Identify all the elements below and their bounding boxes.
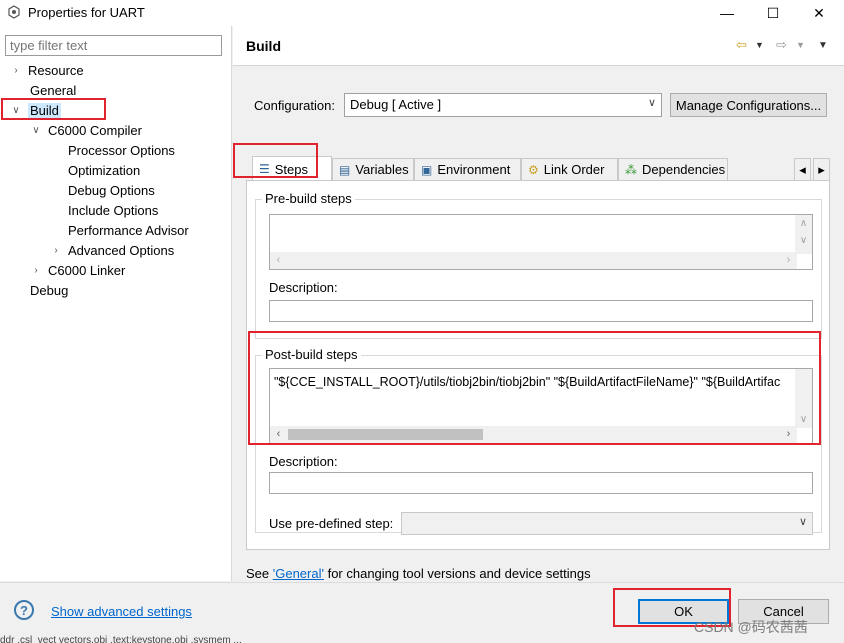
tab-bar: ☰ Steps ▤ Variables ▣ Environment ⚙ Link Ord…: [246, 156, 830, 181]
tree-item-advanced-options[interactable]: › Advanced Options: [50, 240, 174, 260]
tree-item-performance-advisor[interactable]: Performance Advisor: [68, 220, 189, 240]
vertical-scrollbar[interactable]: ∧ ∨: [795, 215, 812, 254]
configuration-label: Configuration:: [254, 98, 335, 113]
tree-item-debug-options[interactable]: Debug Options: [68, 180, 155, 200]
minimize-button[interactable]: —: [704, 0, 750, 26]
triangle-right-icon: ▸: [818, 161, 825, 177]
build-panel: Configuration: Debug [ Active ] ∨ Manage…: [246, 76, 830, 582]
chevron-right-icon[interactable]: ›: [10, 65, 22, 76]
window-titlebar: Properties for UART — ☐ ✕: [0, 0, 844, 26]
chevron-down-icon[interactable]: ∨: [30, 125, 42, 136]
scroll-left-icon[interactable]: ‹: [270, 426, 287, 443]
chevron-down-icon: ∨: [798, 516, 807, 528]
tree-item-resource[interactable]: › Resource: [10, 60, 83, 80]
link-order-icon: ⚙: [528, 162, 539, 177]
tab-variables[interactable]: ▤ Variables: [332, 158, 414, 180]
pre-build-group: Pre-build steps ∧ ∨ ‹ › Description:: [255, 191, 822, 339]
tree-item-processor-options[interactable]: Processor Options: [68, 140, 175, 160]
pre-build-description-label: Description:: [269, 280, 338, 295]
pre-build-description-field[interactable]: [269, 300, 813, 322]
pre-build-title: Pre-build steps: [262, 191, 355, 206]
left-pane: ›Resource General ∨Build ∨C6000 Compiler…: [0, 26, 232, 581]
close-icon: ✕: [813, 4, 825, 21]
post-build-command-text: "${CCE_INSTALL_ROOT}/utils/tiobj2bin/tio…: [274, 375, 781, 389]
post-build-group: Post-build steps "${CCE_INSTALL_ROOT}/ut…: [255, 347, 822, 535]
configuration-select[interactable]: Debug [ Active ] ∨: [344, 93, 662, 117]
scroll-up-icon[interactable]: ∧: [795, 215, 812, 232]
tree-item-debug[interactable]: Debug: [30, 280, 68, 300]
footnote: See 'General' for changing tool versions…: [246, 566, 591, 581]
tree-item-c6000-linker[interactable]: › C6000 Linker: [30, 260, 125, 280]
show-advanced-settings-link[interactable]: Show advanced settings: [51, 604, 192, 619]
back-menu-chevron-icon[interactable]: ▼: [755, 40, 764, 50]
predefined-step-select[interactable]: ∨: [401, 512, 813, 535]
chevron-right-icon[interactable]: ›: [50, 245, 62, 256]
post-build-title: Post-build steps: [262, 347, 361, 362]
tab-environment[interactable]: ▣ Environment: [414, 158, 521, 180]
tab-scroll-left-button[interactable]: ◂: [794, 158, 811, 180]
maximize-button[interactable]: ☐: [750, 0, 796, 26]
variables-icon: ▤: [339, 162, 351, 177]
forward-menu-chevron-icon[interactable]: ▼: [796, 40, 805, 50]
tree-item-include-options[interactable]: Include Options: [68, 200, 158, 220]
scroll-right-icon[interactable]: ›: [780, 426, 797, 443]
scroll-down-icon[interactable]: ∨: [795, 411, 812, 428]
scroll-left-icon[interactable]: ‹: [270, 252, 287, 269]
tree-item-optimization[interactable]: Optimization: [68, 160, 140, 180]
tab-steps[interactable]: ☰ Steps: [252, 156, 332, 181]
pre-build-command-field[interactable]: ∧ ∨ ‹ ›: [269, 214, 813, 270]
help-icon[interactable]: ?: [14, 600, 34, 620]
tab-dependencies[interactable]: ⁂ Dependencies: [618, 158, 728, 180]
filter-input[interactable]: [5, 35, 222, 56]
vertical-scrollbar[interactable]: ∨: [795, 369, 812, 428]
predefined-step-label: Use pre-defined step:: [269, 516, 394, 531]
scrollbar-thumb[interactable]: [288, 429, 483, 440]
close-button[interactable]: ✕: [796, 0, 842, 26]
minimize-icon: —: [720, 5, 734, 21]
post-build-description-field[interactable]: [269, 472, 813, 494]
watermark: CSDN @码农茜茜: [694, 619, 808, 635]
steps-tab-content: Pre-build steps ∧ ∨ ‹ › Description: Post-…: [246, 180, 830, 550]
forward-arrow-icon[interactable]: ⇨: [776, 37, 787, 53]
maximize-icon: ☐: [766, 4, 780, 21]
manage-configurations-button[interactable]: Manage Configurations...: [670, 93, 827, 117]
chevron-down-icon: ∨: [647, 97, 656, 109]
horizontal-scrollbar[interactable]: ‹ ›: [270, 426, 797, 443]
tab-link-order[interactable]: ⚙ Link Order: [521, 158, 618, 180]
general-link[interactable]: 'General': [273, 566, 324, 581]
tree-item-build[interactable]: ∨ Build: [10, 100, 61, 120]
chevron-down-icon[interactable]: ∨: [10, 105, 22, 116]
horizontal-scrollbar[interactable]: ‹ ›: [270, 252, 797, 269]
environment-icon: ▣: [421, 162, 433, 177]
right-pane: Build ⇦ ▼ ⇨ ▼ ▼ Configuration: Debug [ A…: [233, 26, 844, 582]
view-menu-icon[interactable]: ▼: [818, 40, 828, 51]
window-title: Properties for UART: [28, 5, 145, 20]
post-build-command-field[interactable]: "${CCE_INSTALL_ROOT}/utils/tiobj2bin/tio…: [269, 368, 813, 444]
properties-icon: [8, 5, 20, 19]
scroll-down-icon[interactable]: ∨: [795, 232, 812, 249]
chevron-right-icon[interactable]: ›: [30, 265, 42, 276]
post-build-description-label: Description:: [269, 454, 338, 469]
tree-item-general[interactable]: General: [30, 80, 76, 100]
page-header: Build ⇦ ▼ ⇨ ▼ ▼: [233, 26, 844, 66]
back-arrow-icon[interactable]: ⇦: [736, 37, 747, 53]
steps-icon: ☰: [259, 162, 270, 176]
page-title: Build: [246, 38, 281, 54]
dependencies-icon: ⁂: [625, 162, 637, 177]
tree-item-c6000-compiler[interactable]: ∨ C6000 Compiler: [30, 120, 142, 140]
triangle-left-icon: ◂: [799, 161, 806, 177]
scroll-right-icon[interactable]: ›: [780, 252, 797, 269]
tab-scroll-right-button[interactable]: ▸: [813, 158, 830, 180]
background-editor-strip: ddr .csl_vect vectors.obj .text:keystone…: [0, 635, 242, 643]
